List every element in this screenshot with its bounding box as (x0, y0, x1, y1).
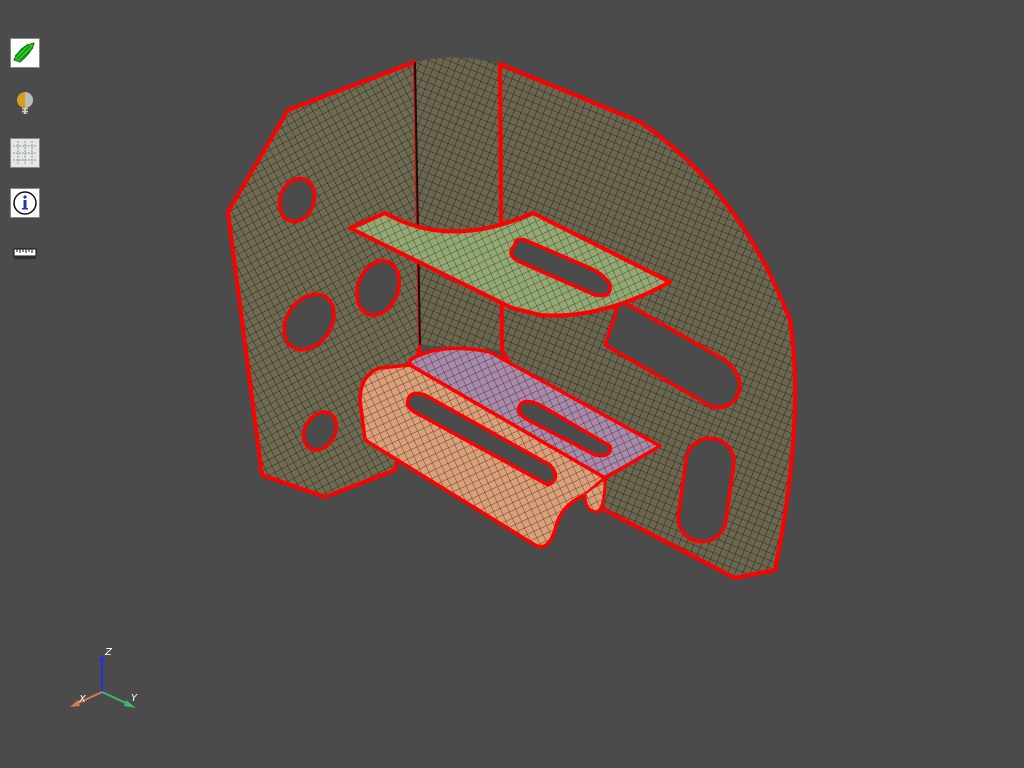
bracket-corner[interactable] (414, 57, 503, 351)
z-axis-label: Z (104, 647, 113, 658)
mesh-scene[interactable] (0, 0, 1024, 768)
ruler-icon[interactable] (10, 238, 40, 268)
info-icon[interactable] (10, 188, 40, 218)
surface-display-icon[interactable] (10, 38, 40, 68)
x-axis-label: X (78, 694, 87, 705)
y-axis-label: Y (131, 693, 138, 704)
lighting-icon[interactable] (10, 88, 40, 118)
mesh-grid-icon[interactable] (10, 138, 40, 168)
3d-viewport[interactable]: Z X Y (0, 0, 1024, 768)
orientation-triad: Z X Y (70, 647, 138, 708)
y-axis (101, 691, 129, 705)
